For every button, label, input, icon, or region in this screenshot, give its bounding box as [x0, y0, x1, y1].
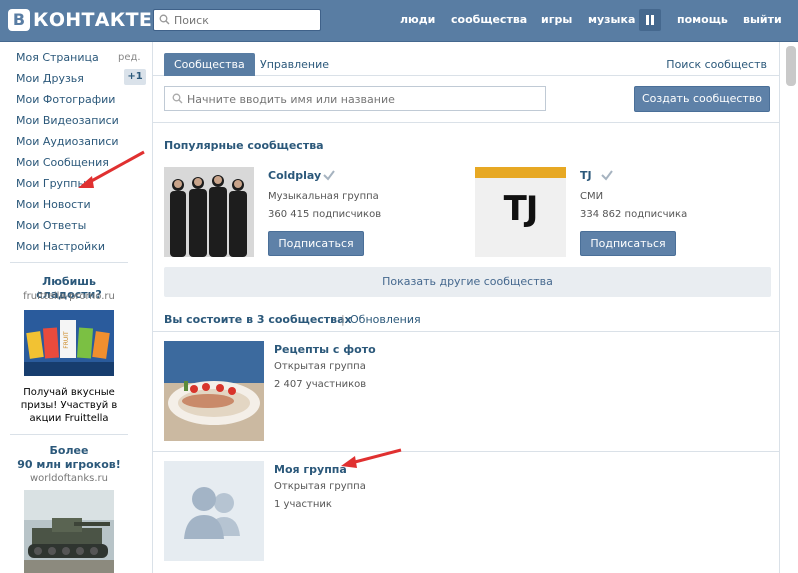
search-icon [159, 14, 170, 25]
updates-link[interactable]: Обновления [350, 313, 421, 326]
subscribe-button[interactable]: Подписаться [268, 231, 364, 256]
ad-text-line3[interactable]: акции Fruittella [10, 412, 128, 425]
verified-check-icon [323, 170, 335, 181]
group-name[interactable]: Рецепты с фото [274, 343, 376, 356]
ad-title[interactable]: 90 млн игроков! [10, 458, 128, 471]
svg-text:FRUIT: FRUIT [63, 331, 70, 349]
separator: | [341, 313, 345, 326]
popular-followers: 360 415 подписчиков [268, 209, 382, 220]
ad-text-line2[interactable]: призы! Участвуй в [10, 399, 128, 412]
group-type: Открытая группа [274, 481, 366, 492]
logo-letter: В [8, 9, 30, 31]
tj-avatar[interactable]: TJ [475, 167, 566, 257]
tab-communities[interactable]: Сообщества [164, 53, 255, 76]
section-divider [153, 451, 779, 452]
sidebar-item-audio[interactable]: Мои Аудиозаписи [16, 135, 119, 148]
friends-count-badge: +1 [124, 69, 146, 85]
member-title: Вы состоите в 3 сообществах [164, 313, 352, 326]
community-search-input[interactable] [187, 91, 537, 107]
nav-communities[interactable]: сообщества [451, 13, 527, 26]
popular-type: Музыкальная группа [268, 191, 379, 202]
section-divider [153, 331, 779, 332]
group-name[interactable]: Моя группа [274, 463, 347, 476]
sidebar-item-answers[interactable]: Мои Ответы [16, 219, 86, 232]
section-divider [153, 122, 779, 123]
group-members: 1 участник [274, 499, 332, 510]
ad-image[interactable]: FRUIT [24, 310, 114, 376]
sidebar-item-news[interactable]: Мои Новости [16, 198, 91, 211]
sidebar-divider [10, 434, 128, 435]
create-community-button[interactable]: Создать сообщество [634, 86, 770, 112]
vk-logo[interactable]: В КОНТАКТЕ [8, 9, 152, 31]
red-arrow-groups [78, 150, 145, 188]
header-search-input[interactable] [174, 12, 314, 28]
ad-image[interactable] [24, 490, 114, 573]
sidebar-item-my-page[interactable]: Моя Страница [16, 51, 99, 64]
my-group-avatar[interactable] [164, 461, 264, 561]
nav-music[interactable]: музыка [588, 13, 635, 26]
ad-domain[interactable]: worldoftanks.ru [10, 473, 128, 484]
scrollbar-thumb[interactable] [786, 46, 796, 86]
tj-top-bar [475, 167, 566, 178]
ad-domain[interactable]: fruittella-promo.ru [10, 291, 128, 302]
logo-text: КОНТАКТЕ [33, 9, 153, 31]
pause-icon[interactable] [639, 9, 661, 31]
search-communities-link[interactable]: Поиск сообществ [666, 58, 767, 71]
coldplay-avatar[interactable] [164, 167, 254, 257]
main-panel: Сообщества Управление Поиск сообществ Со… [152, 42, 780, 573]
popular-title: Популярные сообщества [164, 139, 324, 152]
recipes-avatar[interactable] [164, 341, 264, 441]
popular-name[interactable]: TJ [580, 169, 592, 182]
ad-title[interactable]: Более [10, 444, 128, 457]
group-members: 2 407 участников [274, 379, 367, 390]
ad-text-line1[interactable]: Получай вкусные [10, 386, 128, 399]
nav-help[interactable]: помощь [677, 13, 728, 26]
subscribe-button[interactable]: Подписаться [580, 231, 676, 256]
search-icon [172, 93, 183, 104]
popular-name[interactable]: Coldplay [268, 169, 321, 182]
edit-link[interactable]: ред. [118, 52, 141, 63]
red-arrow-my-group [341, 448, 402, 468]
tj-logo-text: TJ [503, 189, 539, 229]
sidebar-item-settings[interactable]: Мои Настройки [16, 240, 105, 253]
nav-games[interactable]: игры [541, 13, 572, 26]
sidebar-item-photos[interactable]: Мои Фотографии [16, 93, 115, 106]
tab-manage[interactable]: Управление [260, 58, 329, 71]
tabs-bar: Сообщества Управление Поиск сообществ [153, 42, 779, 76]
top-header: В КОНТАКТЕ люди сообщества игры музыка п… [0, 0, 798, 42]
sidebar-item-videos[interactable]: Мои Видеозаписи [16, 114, 119, 127]
community-search[interactable] [164, 86, 546, 111]
verified-check-icon [601, 170, 613, 181]
nav-people[interactable]: люди [400, 13, 435, 26]
sidebar-divider [10, 262, 128, 263]
sidebar-item-friends[interactable]: Мои Друзья [16, 72, 84, 85]
popular-type: СМИ [580, 191, 604, 202]
popular-followers: 334 862 подписчика [580, 209, 688, 220]
group-type: Открытая группа [274, 361, 366, 372]
nav-logout[interactable]: выйти [743, 13, 782, 26]
show-more-communities-button[interactable]: Показать другие сообщества [164, 267, 771, 297]
header-search[interactable] [153, 9, 321, 31]
